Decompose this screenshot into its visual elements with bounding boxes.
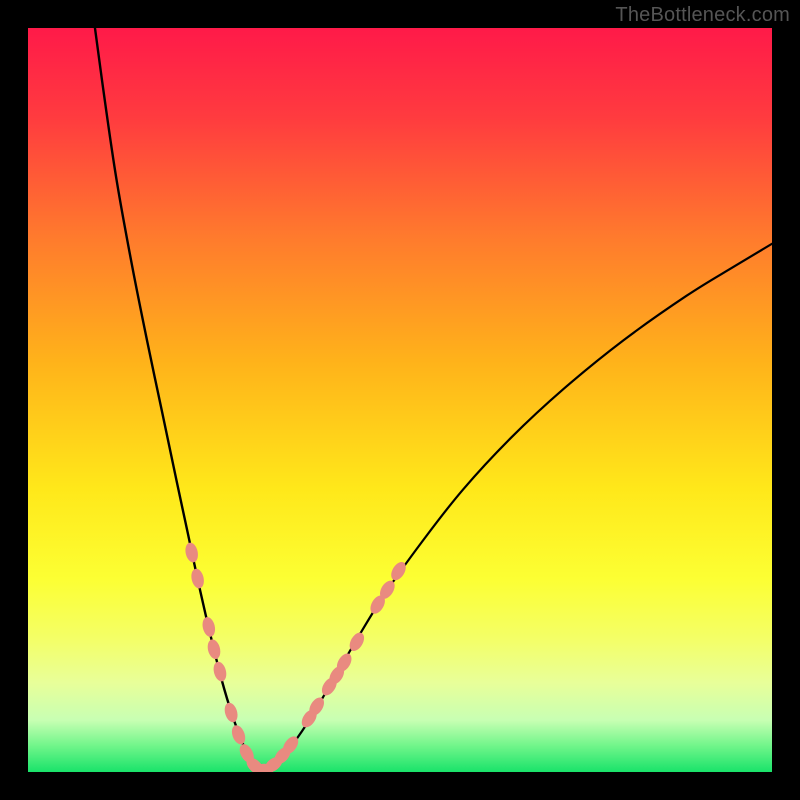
gradient-background <box>28 28 772 772</box>
chart-svg <box>28 28 772 772</box>
watermark-text: TheBottleneck.com <box>615 4 790 27</box>
outer-frame: TheBottleneck.com <box>0 0 800 800</box>
plot-area <box>28 28 772 772</box>
